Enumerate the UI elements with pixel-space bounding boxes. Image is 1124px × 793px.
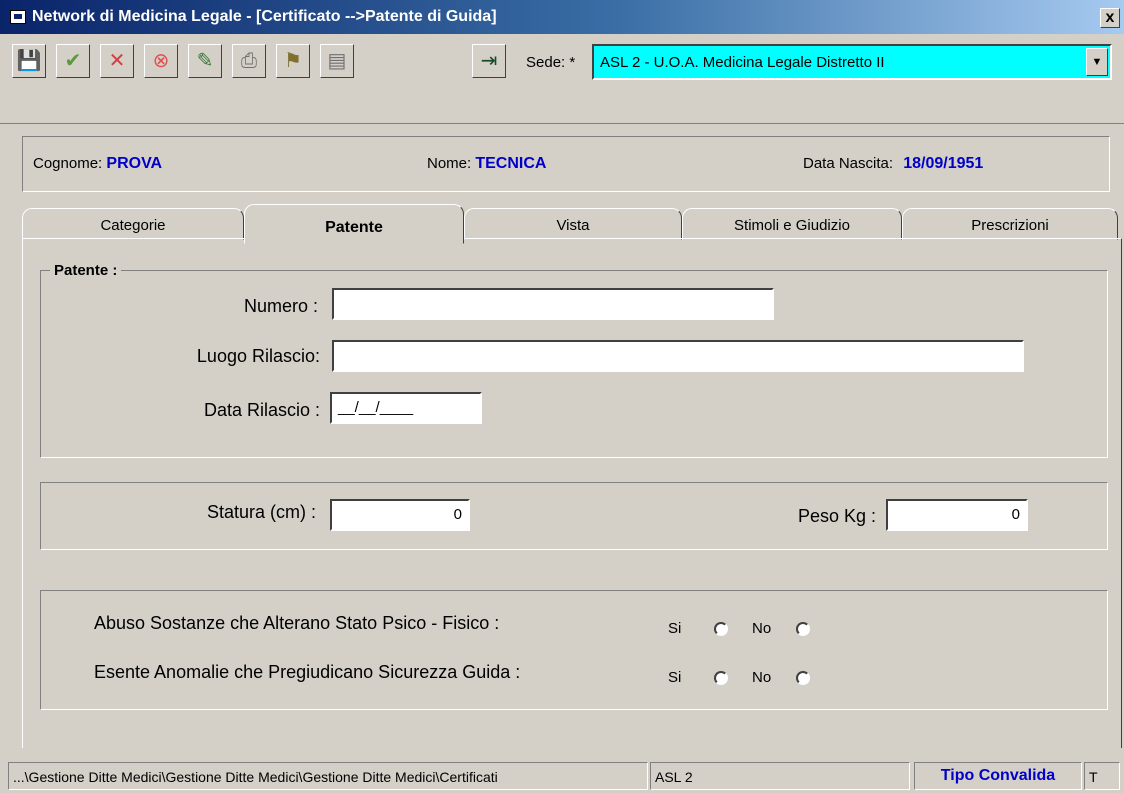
certificate-icon: ⚑ <box>284 50 302 72</box>
question-abuso-text: Abuso Sostanze che Alterano Stato Psico … <box>94 613 500 633</box>
certificate-button[interactable]: ⚑ <box>276 44 310 78</box>
tab-strip: Categorie Patente Vista Stimoli e Giudiz… <box>22 204 1122 244</box>
question-esente-si-label: Si <box>668 669 682 686</box>
save-button[interactable]: 💾 <box>12 44 46 78</box>
data-nascita-field: Data Nascita: 18/09/1951 <box>803 155 983 173</box>
cancel-x-icon: ✕ <box>108 50 126 72</box>
cancel-button[interactable]: ✕ <box>100 44 134 78</box>
stop-icon: ⊗ <box>152 50 170 72</box>
save-icon: 💾 <box>16 50 42 72</box>
question-esente-no-radio[interactable] <box>796 671 810 685</box>
exit-button[interactable]: ⇥ <box>472 44 506 78</box>
window-title: Network di Medicina Legale - [Certificat… <box>32 8 497 25</box>
print-button[interactable]: ⎙ <box>232 44 266 78</box>
status-asl: ASL 2 <box>650 762 910 790</box>
toolbar: 💾 ✔ ✕ ⊗ ✎ ⎙ ⚑ ▤ ⇥ Sede: * ASL 2 - U.O.A.… <box>0 34 1124 124</box>
statura-input[interactable]: 0 <box>330 499 470 531</box>
sede-value: ASL 2 - U.O.A. Medicina Legale Distretto… <box>600 54 885 71</box>
status-extra: T <box>1084 762 1120 790</box>
tab-prescrizioni[interactable]: Prescrizioni <box>902 208 1118 240</box>
tab-vista[interactable]: Vista <box>464 208 682 240</box>
peso-input[interactable]: 0 <box>886 499 1028 531</box>
question-esente-si-radio[interactable] <box>714 671 728 685</box>
tab-categorie[interactable]: Categorie <box>22 208 244 240</box>
tab-patente[interactable]: Patente <box>244 204 464 244</box>
question-esente-no-label: No <box>752 669 772 686</box>
exit-icon: ⇥ <box>480 50 498 72</box>
question-abuso-no-radio[interactable] <box>796 622 810 636</box>
nome-label: Nome: <box>427 155 472 172</box>
document-button[interactable]: ▤ <box>320 44 354 78</box>
stop-button[interactable]: ⊗ <box>144 44 178 78</box>
confirm-check-icon: ✔ <box>64 50 82 72</box>
cognome-value: PROVA <box>106 155 163 172</box>
patient-info: Cognome: PROVA Nome: TECNICA Data Nascit… <box>22 136 1110 192</box>
questions-group <box>40 590 1108 710</box>
chevron-down-icon[interactable]: ▼ <box>1086 48 1108 76</box>
status-tipo-convalida: Tipo Convalida <box>914 762 1082 790</box>
data-nascita-value: 18/09/1951 <box>903 155 984 172</box>
luogo-rilascio-label: Luogo Rilascio: <box>196 346 320 366</box>
tab-stimoli-giudizio[interactable]: Stimoli e Giudizio <box>682 208 902 240</box>
title-bar: Network di Medicina Legale - [Certificat… <box>0 0 1124 34</box>
status-bar: ...\Gestione Ditte Medici\Gestione Ditte… <box>0 756 1124 793</box>
sede-select[interactable]: ASL 2 - U.O.A. Medicina Legale Distretto… <box>592 44 1112 80</box>
question-abuso-si-label: Si <box>668 620 682 637</box>
patente-legend: Patente : <box>50 262 122 279</box>
sede-label: Sede: * <box>526 54 576 71</box>
statura-label: Statura (cm) : <box>206 502 316 522</box>
nome-value: TECNICA <box>475 155 547 172</box>
app-icon <box>10 10 26 24</box>
question-abuso-no-label: No <box>752 620 772 637</box>
luogo-rilascio-input[interactable] <box>332 340 1024 372</box>
numero-input[interactable] <box>332 288 774 320</box>
data-rilascio-input[interactable]: __/__/____ <box>330 392 482 424</box>
question-esente-text: Esente Anomalie che Pregiudicano Sicurez… <box>94 662 521 682</box>
edit-icon: ✎ <box>196 50 214 72</box>
cognome-field: Cognome: PROVA <box>33 155 162 173</box>
status-path: ...\Gestione Ditte Medici\Gestione Ditte… <box>8 762 648 790</box>
data-rilascio-label: Data Rilascio : <box>203 400 320 420</box>
data-nascita-label: Data Nascita: <box>803 155 894 172</box>
confirm-button[interactable]: ✔ <box>56 44 90 78</box>
numero-label: Numero : <box>243 296 318 316</box>
cognome-label: Cognome: <box>33 155 103 172</box>
question-abuso-si-radio[interactable] <box>714 622 728 636</box>
close-button[interactable]: x <box>1100 8 1120 28</box>
nome-field: Nome: TECNICA <box>427 155 546 173</box>
print-icon: ⎙ <box>241 50 257 72</box>
edit-button[interactable]: ✎ <box>188 44 222 78</box>
document-icon: ▤ <box>327 50 347 72</box>
peso-label: Peso Kg : <box>797 506 876 526</box>
